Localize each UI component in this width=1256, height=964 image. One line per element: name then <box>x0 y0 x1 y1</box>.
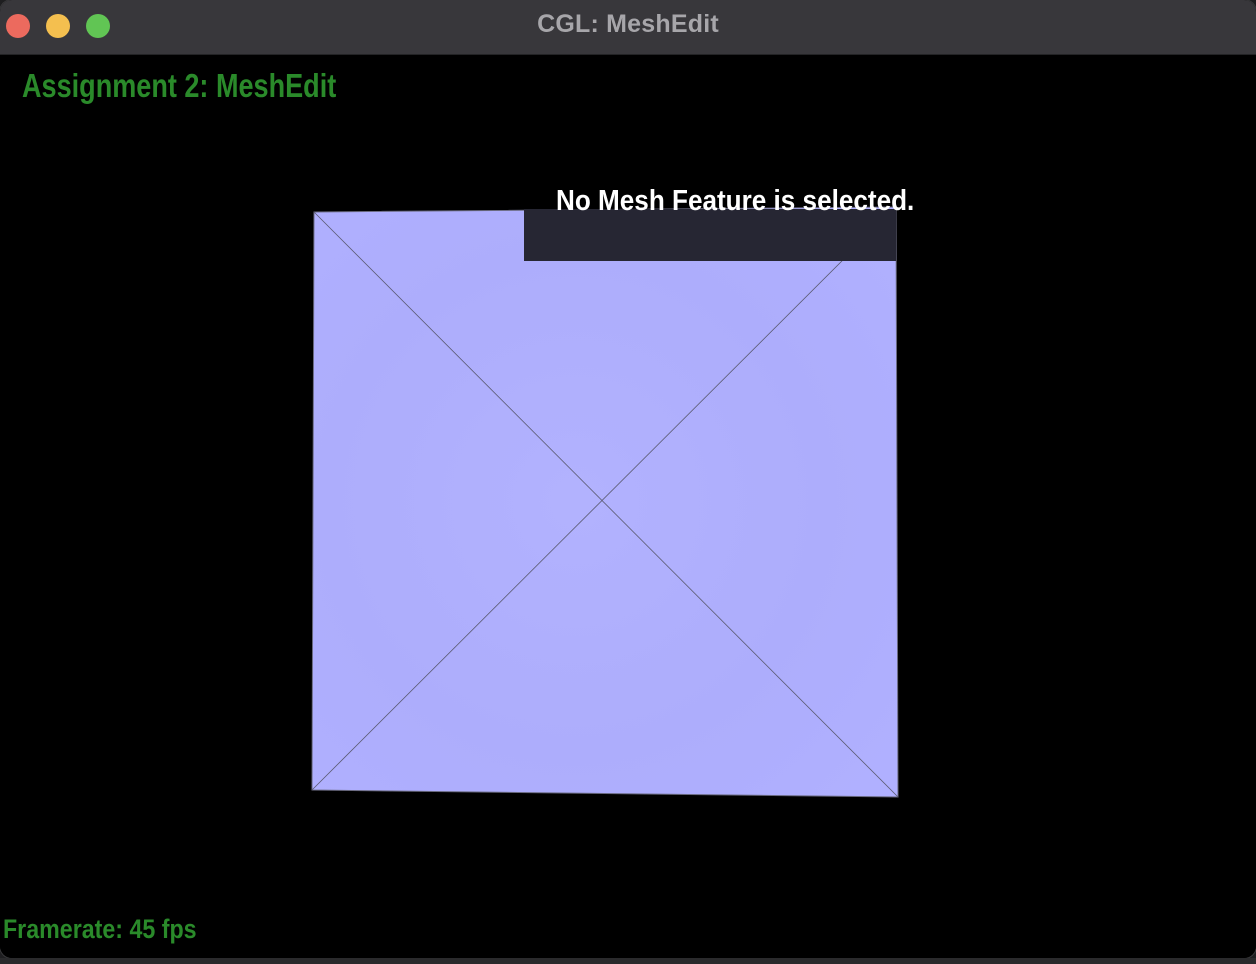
app-window: CGL: MeshEdit No Mesh Feature is selecte… <box>0 0 1256 958</box>
status-message: No Mesh Feature is selected. <box>556 185 915 217</box>
title-bar[interactable]: CGL: MeshEdit <box>0 0 1256 55</box>
assignment-title: Assignment 2: MeshEdit <box>22 67 337 104</box>
desktop-strip <box>0 958 1256 964</box>
render-viewport[interactable]: No Mesh Feature is selected. Assignment … <box>0 55 1256 958</box>
window-title: CGL: MeshEdit <box>537 10 719 38</box>
framerate-label: Framerate: 45 fps <box>3 914 197 944</box>
